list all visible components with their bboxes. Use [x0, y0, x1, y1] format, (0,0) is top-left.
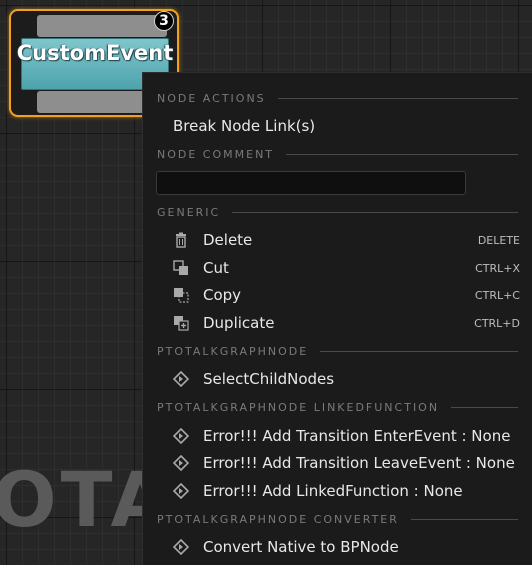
section-node-actions-label: NODE ACTIONS [157, 91, 266, 105]
add-transition-enter-item[interactable]: Error!!! Add Transition EnterEvent : Non… [173, 423, 520, 449]
section-node-actions: NODE ACTIONS [157, 91, 518, 105]
section-ptotalkgraphnode-linkedfunction: PTOTALKGRAPHNODE LINKEDFUNCTION [157, 400, 518, 414]
copy-label: Copy [203, 286, 242, 304]
convert-native-label: Convert Native to BPNode [203, 538, 399, 556]
function-diamond-icon [173, 483, 189, 499]
add-linked-function-label: Error!!! Add LinkedFunction : None [203, 482, 463, 500]
select-child-nodes-item[interactable]: SelectChildNodes [173, 366, 520, 392]
trash-icon [176, 232, 186, 248]
add-transition-leave-label: Error!!! Add Transition LeaveEvent : Non… [203, 454, 515, 472]
node-top-pin-bar[interactable] [37, 15, 167, 37]
delete-label: Delete [203, 231, 253, 249]
function-diamond-icon [173, 428, 189, 444]
section-node-comment: NODE COMMENT [157, 147, 518, 161]
duplicate-shortcut: CTRL+D [474, 316, 520, 330]
section-converter-label: PTOTALKGRAPHNODE CONVERTER [157, 512, 399, 526]
section-ptotalkgraphnode-label: PTOTALKGRAPHNODE [157, 344, 309, 358]
cut-item[interactable]: Cut CTRL+X [173, 255, 520, 281]
function-diamond-icon [173, 539, 189, 555]
break-node-links-item[interactable]: Break Node Link(s) [173, 113, 520, 139]
add-linked-function-item[interactable]: Error!!! Add LinkedFunction : None [173, 478, 520, 504]
convert-native-to-bpnode-item[interactable]: Convert Native to BPNode [173, 534, 520, 560]
duplicate-label: Duplicate [203, 314, 275, 332]
cut-icon [173, 260, 188, 275]
duplicate-item[interactable]: Duplicate CTRL+D [173, 310, 520, 336]
menu-scrollbar[interactable] [528, 73, 532, 565]
cut-label: Cut [203, 259, 229, 277]
add-transition-enter-label: Error!!! Add Transition EnterEvent : Non… [203, 427, 511, 445]
cut-shortcut: CTRL+X [475, 261, 520, 275]
copy-item[interactable]: Copy CTRL+C [173, 282, 520, 308]
delete-shortcut: DELETE [477, 233, 520, 247]
function-diamond-icon [173, 455, 189, 471]
section-ptotalkgraphnode-converter: PTOTALKGRAPHNODE CONVERTER [157, 512, 518, 526]
context-menu: NODE ACTIONS Break Node Link(s) NODE COM… [142, 72, 532, 565]
break-node-links-label: Break Node Link(s) [173, 117, 316, 135]
node-count-badge: 3 [154, 11, 174, 31]
section-generic: GENERIC [157, 205, 518, 219]
delete-item[interactable]: Delete DELETE [173, 227, 520, 253]
duplicate-icon [174, 316, 189, 331]
node-comment-input[interactable] [156, 171, 466, 195]
copy-icon [174, 288, 189, 303]
function-diamond-icon [173, 371, 189, 387]
select-child-nodes-label: SelectChildNodes [203, 370, 335, 388]
section-generic-label: GENERIC [157, 205, 221, 219]
section-linkedfunction-label: PTOTALKGRAPHNODE LINKEDFUNCTION [157, 400, 440, 414]
copy-shortcut: CTRL+C [474, 288, 520, 302]
add-transition-leave-item[interactable]: Error!!! Add Transition LeaveEvent : Non… [173, 450, 520, 476]
section-node-comment-label: NODE COMMENT [157, 147, 275, 161]
section-ptotalkgraphnode: PTOTALKGRAPHNODE [157, 344, 518, 358]
node-title: CustomEvent [16, 41, 174, 65]
